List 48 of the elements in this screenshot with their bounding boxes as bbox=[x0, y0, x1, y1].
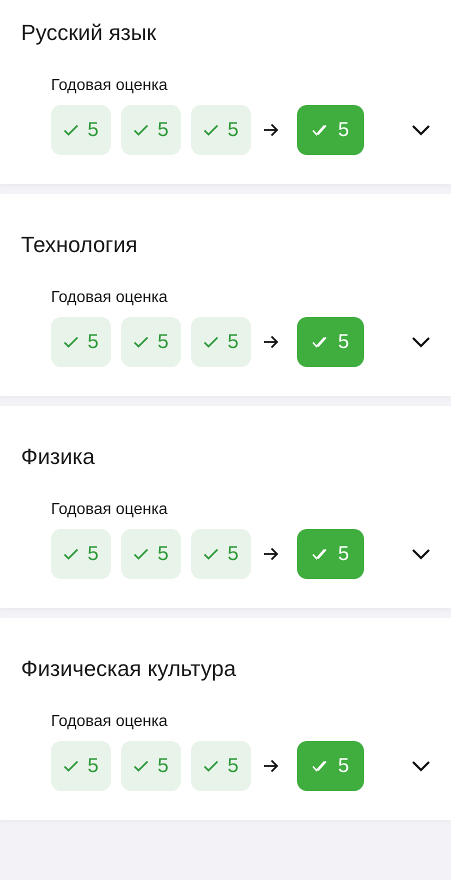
grade-label: Годовая оценка bbox=[51, 712, 169, 732]
grade-mark: 5 bbox=[191, 317, 251, 367]
expand-button[interactable] bbox=[411, 548, 431, 560]
final-grade: 5 bbox=[297, 105, 364, 155]
arrow-icon bbox=[263, 547, 279, 561]
chevron-icon bbox=[411, 760, 431, 772]
final-grade: 5 bbox=[297, 741, 364, 791]
chevron-icon bbox=[411, 548, 431, 560]
check-icon bbox=[63, 760, 80, 772]
chevron-icon bbox=[411, 336, 431, 348]
final-grade: 5 bbox=[297, 529, 364, 579]
grade-mark: 5 bbox=[121, 529, 181, 579]
check-icon bbox=[63, 124, 80, 136]
final-grade: 5 bbox=[297, 317, 364, 367]
check-icon bbox=[63, 548, 80, 560]
check-icon bbox=[133, 124, 150, 136]
grade-label: Годовая оценка bbox=[51, 76, 169, 96]
grade-mark: 5 bbox=[51, 105, 111, 155]
subject-title: Физическая культура bbox=[21, 656, 237, 682]
grade-label: Годовая оценка bbox=[51, 500, 169, 520]
check-icon bbox=[203, 336, 220, 348]
check-icon bbox=[133, 760, 150, 772]
grade-mark: 5 bbox=[191, 105, 251, 155]
grade-mark: 5 bbox=[121, 105, 181, 155]
grade-mark: 5 bbox=[191, 529, 251, 579]
grade-mark: 5 bbox=[51, 317, 111, 367]
grade-mark: 5 bbox=[51, 741, 111, 791]
check-icon bbox=[133, 336, 150, 348]
expand-button[interactable] bbox=[411, 336, 431, 348]
check-icon bbox=[203, 760, 220, 772]
grade-mark: 5 bbox=[121, 317, 181, 367]
arrow-icon bbox=[263, 123, 279, 137]
arrow-icon bbox=[263, 759, 279, 773]
subject-title: Русский язык bbox=[21, 20, 158, 46]
check-icon bbox=[203, 124, 220, 136]
expand-button[interactable] bbox=[411, 124, 431, 136]
chevron-icon bbox=[411, 124, 431, 136]
subject-title: Технология bbox=[21, 232, 138, 258]
grade-mark: 5 bbox=[191, 741, 251, 791]
grade-mark: 5 bbox=[121, 741, 181, 791]
check-icon bbox=[133, 548, 150, 560]
arrow-icon bbox=[263, 335, 279, 349]
expand-button[interactable] bbox=[411, 760, 431, 772]
check-icon bbox=[203, 548, 220, 560]
check-icon bbox=[63, 336, 80, 348]
grade-label: Годовая оценка bbox=[51, 288, 169, 308]
grade-mark: 5 bbox=[51, 529, 111, 579]
subject-title: Физика bbox=[21, 444, 96, 470]
